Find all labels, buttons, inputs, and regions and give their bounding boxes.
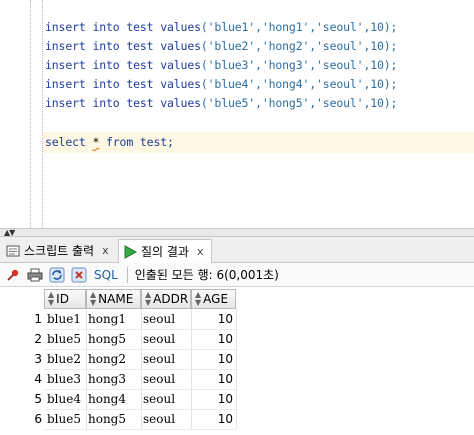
code-line[interactable]: insert into test values('blue4','hong4',… [45,75,397,94]
sort-icon[interactable]: ▲ ▼ [90,291,96,307]
row-number[interactable]: 6 [0,409,42,429]
cancel-query-icon[interactable] [70,266,88,284]
result-grid[interactable]: ▲ ▼ ID ▲ ▼ NAME ▲ ▼ ADDR ▲ ▼ AGE 1 blue1 hong1 seou… [0,287,474,435]
column-header-addr[interactable]: ▲ ▼ ADDR [141,289,191,309]
cell-id[interactable]: blue2 [47,349,85,369]
row-number[interactable]: 3 [0,349,42,369]
refresh-icon[interactable] [48,266,66,284]
row-number[interactable]: 5 [0,389,42,409]
cell-name[interactable]: hong3 [88,369,140,389]
toolbar-divider [126,266,128,283]
row-number[interactable]: 4 [0,369,42,389]
code-line[interactable]: insert into test values('blue2','hong2',… [45,37,397,56]
sort-icon[interactable]: ▲ ▼ [145,291,151,307]
cell-addr[interactable]: seoul [143,409,190,429]
close-tab-button[interactable]: x [102,244,109,257]
cell-age[interactable]: 10 [192,369,233,389]
cell-age[interactable]: 10 [192,329,233,349]
cell-addr[interactable]: seoul [143,309,190,329]
sort-icon[interactable]: ▲ ▼ [48,291,54,307]
script-output-icon [6,244,20,258]
cell-age[interactable]: 10 [192,389,233,409]
cell-addr[interactable]: seoul [143,389,190,409]
code-line[interactable]: insert into test values('blue1','hong1',… [45,18,397,37]
row-number[interactable]: 1 [0,309,42,329]
code-line[interactable]: insert into test values('blue5','hong5',… [45,94,397,113]
tab-script-output[interactable]: 스크립트 출력 x [2,239,117,262]
splitter-arrows-icon[interactable]: ▲▼ [4,228,15,237]
result-toolbar: SQL 인출된 모든 행: 6(0,001초) [0,263,474,287]
sql-button[interactable]: SQL [94,268,118,282]
output-tab-bar: 스크립트 출력 x 질의 결과 x [0,237,474,263]
cell-id[interactable]: blue5 [47,409,85,429]
cell-addr[interactable]: seoul [143,369,190,389]
cell-name[interactable]: hong5 [88,329,140,349]
sort-icon[interactable]: ▲ ▼ [195,291,201,307]
cell-addr[interactable]: seoul [143,349,190,369]
cell-name[interactable]: hong2 [88,349,140,369]
editor-guide-line [30,0,31,228]
cell-age[interactable]: 10 [192,349,233,369]
cell-addr[interactable]: seoul [143,329,190,349]
editor-margin-line [42,0,43,228]
tab-label: 스크립트 출력 [24,244,95,258]
code-line-select[interactable]: select * from test; [45,133,174,152]
cell-name[interactable]: hong5 [88,409,140,429]
row-divider [44,429,236,430]
pin-icon[interactable] [4,266,22,284]
close-tab-button[interactable]: x [197,245,204,258]
fetch-status-text: 인출된 모든 행: 6(0,001초) [134,268,279,282]
cell-name[interactable]: hong1 [88,309,140,329]
sql-editor[interactable]: insert into test values('blue1','hong1',… [0,0,474,228]
tab-query-result[interactable]: 질의 결과 x [118,239,212,263]
print-icon[interactable] [26,266,44,284]
cell-id[interactable]: blue1 [47,309,85,329]
cell-id[interactable]: blue3 [47,369,85,389]
cell-name[interactable]: hong4 [88,389,140,409]
code-line[interactable]: insert into test values('blue3','hong3',… [45,56,397,75]
tab-label: 질의 결과 [141,245,189,259]
panel-splitter[interactable]: ▲▼ [0,228,474,237]
cell-id[interactable]: blue4 [47,389,85,409]
run-query-icon [123,244,137,259]
cell-age[interactable]: 10 [192,309,233,329]
cell-id[interactable]: blue5 [47,329,85,349]
row-number[interactable]: 2 [0,329,42,349]
cell-age[interactable]: 10 [192,409,233,429]
column-header-age[interactable]: ▲ ▼ AGE [191,289,236,309]
column-divider [236,309,237,429]
column-header-name[interactable]: ▲ ▼ NAME [86,289,141,309]
column-header-id[interactable]: ▲ ▼ ID [44,289,86,309]
